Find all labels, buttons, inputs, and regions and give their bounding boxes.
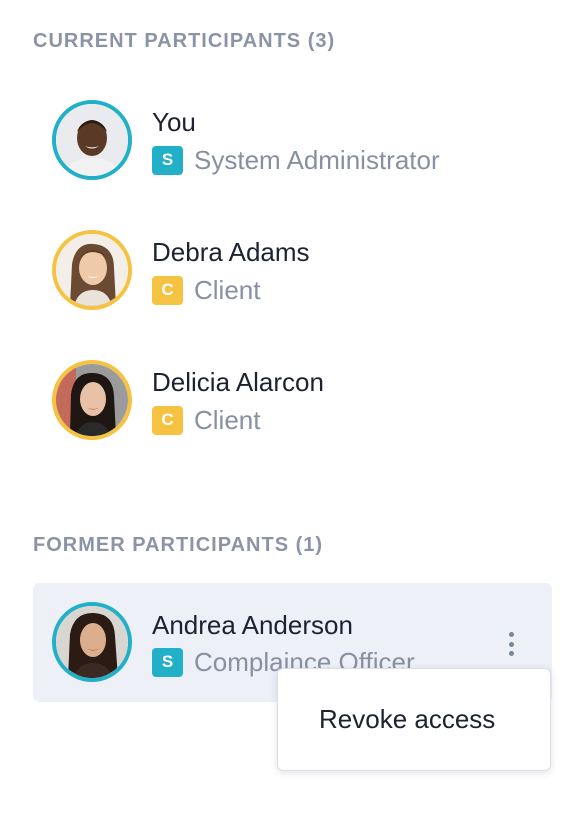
participant-row: You S System Administrator: [0, 100, 580, 200]
more-vertical-icon[interactable]: [503, 629, 519, 659]
participant-name: You: [152, 107, 196, 137]
role-line: C Client: [152, 275, 260, 305]
kebab-dot: [508, 632, 514, 637]
photo-avatar-woman: [56, 606, 128, 678]
avatar: [52, 100, 132, 180]
avatar: [52, 360, 132, 440]
participant-actions-menu: Revoke access: [277, 668, 551, 771]
participant-name: Andrea Anderson: [152, 610, 353, 640]
participant-name: Debra Adams: [152, 237, 310, 267]
participant-row: Delicia Alarcon C Client: [0, 360, 580, 460]
kebab-dot: [508, 651, 514, 656]
participant-role: Client: [194, 274, 261, 305]
former-participants-heading: FORMER PARTICIPANTS (1): [33, 534, 324, 556]
avatar: [52, 230, 132, 310]
revoke-access-menu-item[interactable]: Revoke access: [278, 669, 550, 770]
role-badge: C: [152, 275, 183, 305]
role-badge: S: [152, 145, 183, 175]
participant-name: Delicia Alarcon: [152, 367, 324, 397]
photo-avatar-woman: [56, 364, 128, 436]
role-badge: S: [152, 647, 183, 677]
photo-avatar-man: [56, 104, 128, 176]
role-badge: C: [152, 405, 183, 435]
photo-avatar-woman: [56, 234, 128, 306]
participant-row: Debra Adams C Client: [0, 230, 580, 330]
role-line: S System Administrator: [152, 145, 440, 175]
participant-role: System Administrator: [194, 144, 440, 175]
avatar: [52, 602, 132, 682]
current-participants-heading: CURRENT PARTICIPANTS (3): [33, 30, 336, 52]
kebab-dot: [508, 641, 514, 647]
participant-role: Client: [194, 404, 261, 435]
role-line: C Client: [152, 405, 260, 435]
